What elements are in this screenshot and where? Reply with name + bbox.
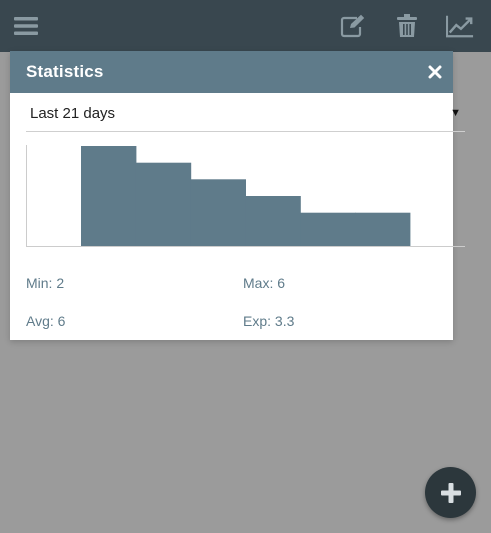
chart-bar (190, 179, 246, 246)
chart-bar (355, 212, 411, 246)
app-screen: Statistics Last 21 days ▼ Min: 2 Max: 6 … (0, 0, 491, 533)
close-icon[interactable] (425, 62, 445, 82)
chart-bar (81, 146, 137, 246)
dialog-title: Statistics (26, 62, 104, 81)
stat-max: Max: 6 (243, 275, 286, 291)
stat-avg: Avg: 6 (26, 313, 66, 329)
date-range-value: Last 21 days (30, 105, 116, 122)
chart-bar (135, 162, 192, 246)
chart-trend-icon[interactable] (446, 12, 474, 40)
statistics-chart (26, 145, 465, 247)
date-range-select[interactable]: Last 21 days ▼ (26, 97, 465, 132)
statistics-dialog: Statistics Last 21 days ▼ Min: 2 Max: 6 … (10, 51, 465, 340)
dropdown-arrow-icon: ▼ (450, 107, 461, 119)
stat-min: Min: 2 (26, 275, 65, 291)
hamburger-menu-icon[interactable] (12, 12, 40, 40)
dialog-header: Statistics (10, 51, 453, 93)
chart-bar (300, 212, 356, 246)
top-app-bar (0, 0, 491, 52)
add-button[interactable] (425, 467, 476, 518)
chart-svg (26, 145, 465, 247)
chart-bar (245, 196, 301, 246)
edit-icon[interactable] (339, 12, 367, 40)
trash-icon[interactable] (393, 12, 421, 40)
plus-icon (440, 482, 461, 503)
stat-exp: Exp: 3.3 (243, 313, 295, 329)
